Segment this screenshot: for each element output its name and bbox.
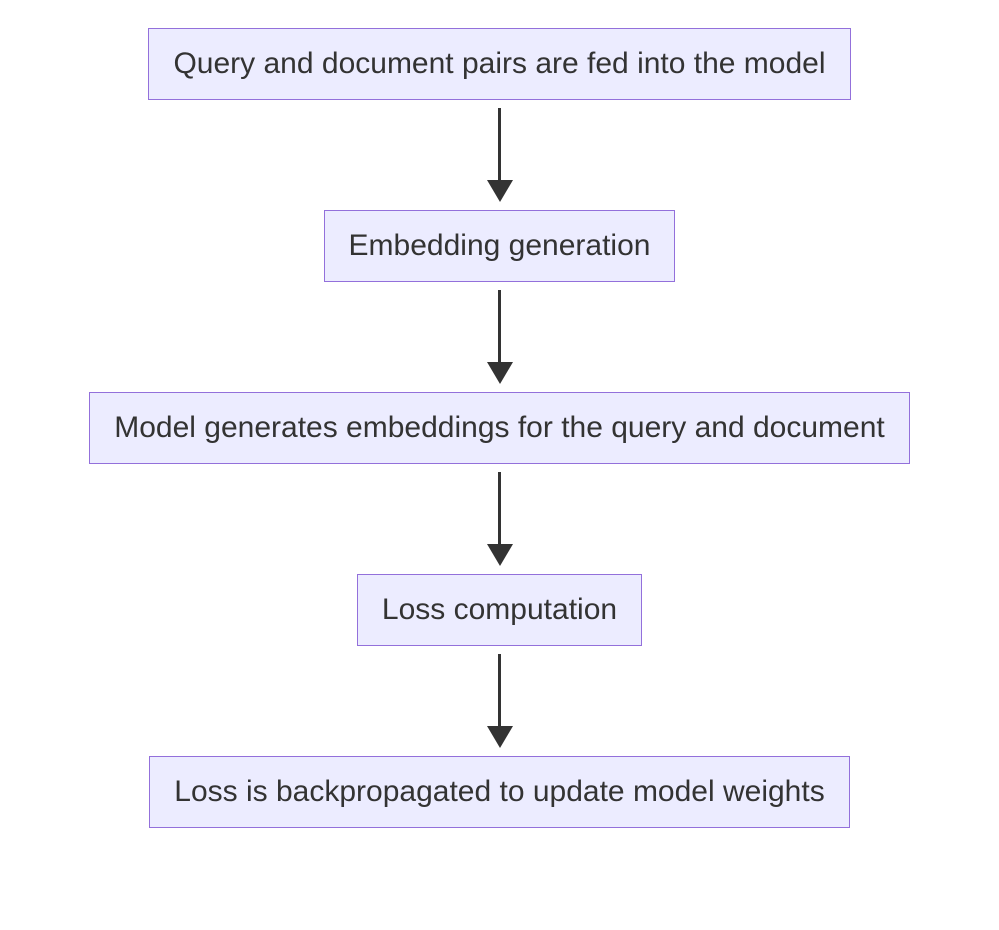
node-label: Query and document pairs are fed into th… bbox=[173, 47, 825, 80]
arrow-4 bbox=[487, 646, 513, 756]
arrow-2 bbox=[487, 282, 513, 392]
arrow-line bbox=[498, 108, 501, 180]
flowchart-node-input: Query and document pairs are fed into th… bbox=[148, 28, 850, 100]
node-label: Embedding generation bbox=[349, 229, 651, 262]
flowchart-node-generate: Model generates embeddings for the query… bbox=[89, 392, 910, 464]
arrow-head-icon bbox=[487, 362, 513, 384]
arrow-head-icon bbox=[487, 726, 513, 748]
arrow-line bbox=[498, 472, 501, 544]
arrow-3 bbox=[487, 464, 513, 574]
node-label: Loss is backpropagated to update model w… bbox=[174, 775, 824, 808]
node-label: Loss computation bbox=[382, 593, 617, 626]
flowchart-node-loss: Loss computation bbox=[357, 574, 642, 646]
flowchart-node-embedding: Embedding generation bbox=[324, 210, 676, 282]
node-label: Model generates embeddings for the query… bbox=[114, 411, 885, 444]
arrow-line bbox=[498, 654, 501, 726]
arrow-head-icon bbox=[487, 180, 513, 202]
flowchart-node-backprop: Loss is backpropagated to update model w… bbox=[149, 756, 849, 828]
arrow-head-icon bbox=[487, 544, 513, 566]
arrow-1 bbox=[487, 100, 513, 210]
arrow-line bbox=[498, 290, 501, 362]
